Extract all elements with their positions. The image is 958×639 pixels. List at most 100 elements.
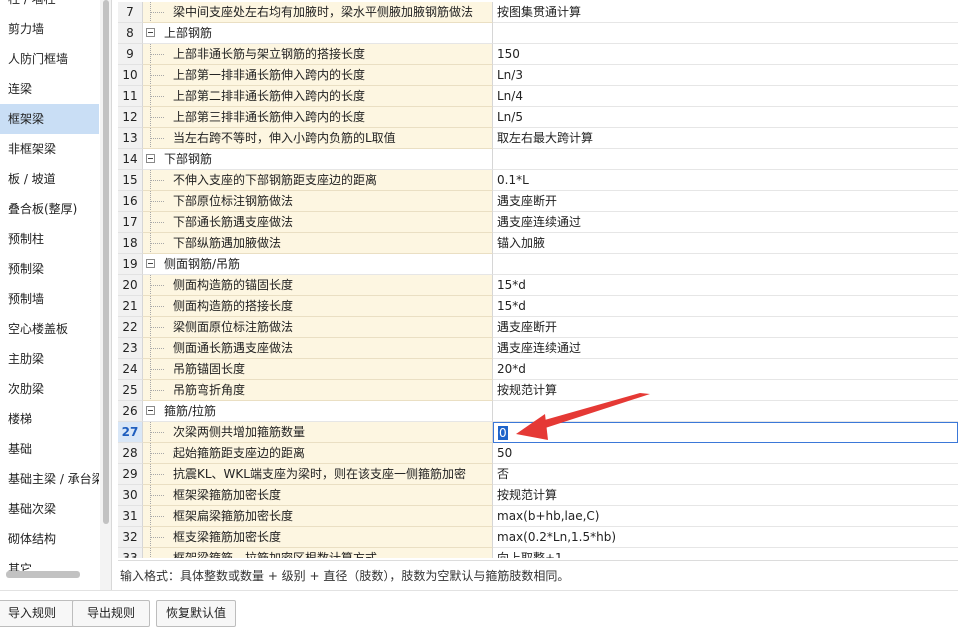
sidebar-item[interactable]: 剪力墙 [0,14,99,44]
setting-row[interactable]: 11 上部第二排非通长筋伸入跨内的长度 Ln/4 [118,86,958,107]
group-row[interactable]: 8 上部钢筋 [118,23,958,44]
setting-value-cell[interactable]: Ln/5 [493,107,958,128]
setting-row[interactable]: 7 梁中间支座处左右均有加腋时，梁水平侧腋加腋钢筋做法 按图集贯通计算 [118,2,958,23]
setting-row[interactable]: 32 框支梁箍筋加密长度 max(0.2*Ln,1.5*hb) [118,527,958,548]
editing-value-cell[interactable]: 0 [493,422,958,443]
collapse-toggle-icon[interactable] [146,28,155,37]
sidebar-item[interactable]: 空心楼盖板 [0,314,99,344]
group-name-cell: 下部钢筋 [143,149,493,170]
sidebar-horizontal-scroll-thumb[interactable] [6,571,80,578]
setting-value-cell[interactable]: max(0.2*Ln,1.5*hb) [493,527,958,548]
sidebar-item[interactable]: 砌体结构 [0,524,99,554]
sidebar-item[interactable]: 板 / 坡道 [0,164,99,194]
setting-name-text: 吊筋锚固长度 [173,362,246,376]
setting-value-cell[interactable]: 15*d [493,296,958,317]
setting-row[interactable]: 23 侧面通长筋遇支座做法 遇支座连续通过 [118,338,958,359]
setting-row[interactable]: 10 上部第一排非通长筋伸入跨内的长度 Ln/3 [118,65,958,86]
collapse-toggle-icon[interactable] [146,406,155,415]
setting-value-cell[interactable]: 遇支座连续通过 [493,338,958,359]
value-input[interactable]: 0 [498,426,508,440]
tree-branch [150,327,164,328]
setting-row[interactable]: 12 上部第三排非通长筋伸入跨内的长度 Ln/5 [118,107,958,128]
setting-value-cell[interactable] [493,149,958,170]
sidebar-item[interactable]: 柱 / 墙柱 [0,0,99,14]
setting-value-cell[interactable]: Ln/3 [493,65,958,86]
setting-row[interactable]: 25 吊筋弯折角度 按规范计算 [118,380,958,401]
setting-name-cell: 上部第二排非通长筋伸入跨内的长度 [143,86,493,107]
sidebar-item[interactable]: 楼梯 [0,404,99,434]
row-number: 7 [118,2,143,23]
setting-value-cell[interactable] [493,23,958,44]
setting-value-cell[interactable]: 按规范计算 [493,380,958,401]
sidebar-item[interactable]: 叠合板(整厚) [0,194,99,224]
setting-row[interactable]: 24 吊筋锚固长度 20*d [118,359,958,380]
row-number: 26 [118,401,143,422]
setting-name-text: 框支梁箍筋加密长度 [173,530,282,544]
collapse-toggle-icon[interactable] [146,154,155,163]
sidebar-item[interactable]: 预制墙 [0,284,99,314]
setting-value-cell[interactable] [493,401,958,422]
setting-value-text: 按规范计算 [497,488,558,502]
sidebar-item[interactable]: 非框架梁 [0,134,99,164]
setting-value-cell[interactable]: 按图集贯通计算 [493,2,958,23]
sidebar-item[interactable]: 框架梁 [0,104,99,134]
setting-value-cell[interactable]: 遇支座断开 [493,317,958,338]
sidebar-item[interactable]: 人防门框墙 [0,44,99,74]
setting-value-cell[interactable]: 50 [493,443,958,464]
setting-row[interactable]: 17 下部通长筋遇支座做法 遇支座连续通过 [118,212,958,233]
setting-value-cell[interactable] [493,254,958,275]
setting-value-cell[interactable]: 0.1*L [493,170,958,191]
setting-row[interactable]: 21 侧面构造筋的搭接长度 15*d [118,296,958,317]
sidebar-item[interactable]: 基础 [0,434,99,464]
setting-row[interactable]: 18 下部纵筋遇加腋做法 锚入加腋 [118,233,958,254]
sidebar-item[interactable]: 次肋梁 [0,374,99,404]
sidebar-item[interactable]: 主肋梁 [0,344,99,374]
sidebar-vertical-scroll-thumb[interactable] [103,0,109,524]
export-rules-button[interactable]: 导出规则 [72,600,150,627]
setting-value-cell[interactable]: 15*d [493,275,958,296]
sidebar-item[interactable]: 预制柱 [0,224,99,254]
group-row[interactable]: 14 下部钢筋 [118,149,958,170]
setting-name-cell: 上部非通长筋与架立钢筋的搭接长度 [143,44,493,65]
setting-value-cell[interactable]: 按规范计算 [493,485,958,506]
setting-row[interactable]: 30 框架梁箍筋加密长度 按规范计算 [118,485,958,506]
setting-value-cell[interactable]: 向上取整+1 [493,548,958,558]
tree-branch [150,348,164,349]
sidebar-item[interactable]: 预制梁 [0,254,99,284]
setting-value-cell[interactable]: max(b+hb,lae,C) [493,506,958,527]
setting-row[interactable]: 29 抗震KL、WKL端支座为梁时，则在该支座一侧箍筋加密 否 [118,464,958,485]
import-rules-button[interactable]: 导入规则 [0,600,74,627]
setting-row[interactable]: 22 梁侧面原位标注筋做法 遇支座断开 [118,317,958,338]
setting-value-text: 向上取整+1 [497,551,563,558]
setting-row[interactable]: 9 上部非通长筋与架立钢筋的搭接长度 150 [118,44,958,65]
setting-value-cell[interactable]: Ln/4 [493,86,958,107]
sidebar-item[interactable]: 其它 [0,554,99,584]
setting-row[interactable]: 28 起始箍筋距支座边的距离 50 [118,443,958,464]
row-number: 24 [118,359,143,380]
bottom-toolbar: 导入规则 导出规则 恢复默认值 [0,590,958,639]
sidebar-item[interactable]: 连梁 [0,74,99,104]
restore-defaults-button[interactable]: 恢复默认值 [156,600,236,627]
setting-row[interactable]: 13 当左右跨不等时，伸入小跨内负筋的L取值 取左右最大跨计算 [118,128,958,149]
setting-row[interactable]: 33 框架梁箍筋、拉筋加密区根数计算方式 向上取整+1 [118,548,958,558]
setting-row[interactable]: 20 侧面构造筋的锚固长度 15*d [118,275,958,296]
setting-row[interactable]: 16 下部原位标注钢筋做法 遇支座断开 [118,191,958,212]
sidebar-item[interactable]: 基础主梁 / 承台梁 [0,464,99,494]
collapse-toggle-icon[interactable] [146,259,155,268]
group-row[interactable]: 26 箍筋/拉筋 [118,401,958,422]
setting-name-text: 侧面构造筋的锚固长度 [173,278,294,292]
setting-value-cell[interactable]: 遇支座连续通过 [493,212,958,233]
setting-value-cell[interactable]: 遇支座断开 [493,191,958,212]
setting-value-cell[interactable]: 150 [493,44,958,65]
setting-value-cell[interactable]: 否 [493,464,958,485]
group-row[interactable]: 19 侧面钢筋/吊筋 [118,254,958,275]
sidebar-item[interactable]: 基础次梁 [0,494,99,524]
setting-name-text: 侧面钢筋/吊筋 [164,257,241,271]
setting-value-cell[interactable]: 锚入加腋 [493,233,958,254]
setting-row[interactable]: 15 不伸入支座的下部钢筋距支座边的距离 0.1*L [118,170,958,191]
setting-row[interactable]: 27 次梁两侧共增加箍筋数量 0 [118,422,958,443]
setting-value-cell[interactable]: 取左右最大跨计算 [493,128,958,149]
row-number: 14 [118,149,143,170]
setting-row[interactable]: 31 框架扁梁箍筋加密长度 max(b+hb,lae,C) [118,506,958,527]
setting-value-cell[interactable]: 20*d [493,359,958,380]
